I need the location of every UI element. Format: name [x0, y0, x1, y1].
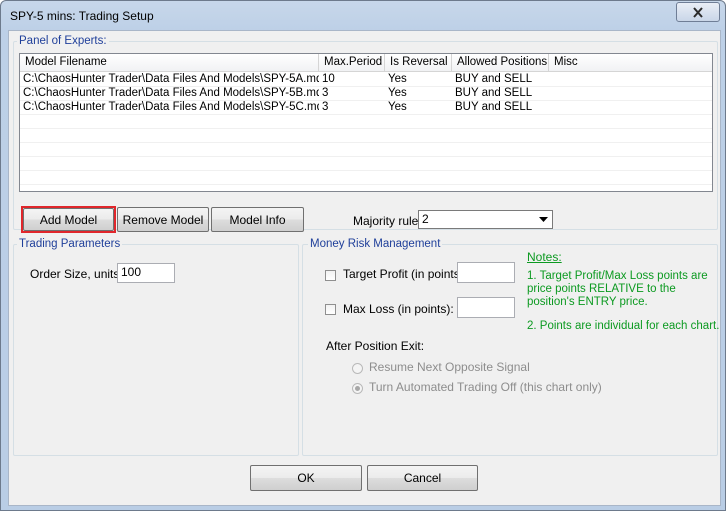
- column-header-model-filename[interactable]: Model Filename: [20, 54, 319, 71]
- cell-misc: [549, 86, 712, 100]
- trading-parameters-legend: Trading Parameters: [17, 237, 123, 251]
- cell-max-period: 3: [322, 101, 329, 113]
- cell-model-filename: C:\ChaosHunter Trader\Data Files And Mod…: [23, 101, 319, 113]
- note-individual-points: 2. Points are individual for each chart.: [527, 320, 720, 332]
- cancel-button[interactable]: Cancel: [367, 465, 478, 491]
- column-header-is-reversal[interactable]: Is Reversal: [385, 54, 452, 71]
- resume-signal-radio[interactable]: [352, 363, 363, 374]
- majority-rule-select[interactable]: 2: [418, 210, 553, 229]
- ok-button[interactable]: OK: [250, 465, 362, 491]
- cell-max-period: 3: [322, 87, 329, 99]
- order-size-label: Order Size, units:: [30, 267, 123, 281]
- grid-line: [20, 128, 712, 129]
- grid-line: [20, 142, 712, 143]
- close-button[interactable]: [676, 2, 720, 22]
- max-loss-checkbox[interactable]: [325, 304, 336, 315]
- chevron-down-icon[interactable]: [536, 212, 551, 226]
- majority-rule-label: Majority rule:: [353, 214, 422, 228]
- model-info-button[interactable]: Model Info: [211, 207, 304, 232]
- close-icon: [693, 6, 703, 18]
- table-row[interactable]: C:\ChaosHunter Trader\Data Files And Mod…: [20, 72, 712, 86]
- after-position-exit-label: After Position Exit:: [326, 339, 425, 353]
- table-header: Model Filename Max.Period Is Reversal Al…: [20, 54, 712, 72]
- trading-setup-window: SPY-5 mins: Trading Setup Panel of Exper…: [0, 0, 726, 511]
- trading-parameters-group: Trading Parameters Order Size, units: 10…: [13, 237, 299, 456]
- money-risk-legend: Money Risk Management: [308, 237, 443, 251]
- turn-trading-off-label: Turn Automated Trading Off (this chart o…: [369, 380, 602, 394]
- notes-title: Notes:: [527, 250, 562, 264]
- cell-allowed-positions: BUY and SELL: [455, 101, 533, 113]
- grid-line: [20, 184, 712, 185]
- money-risk-management-group: Money Risk Management Target Profit (in …: [302, 237, 720, 456]
- target-profit-label: Target Profit (in points):: [343, 267, 468, 281]
- target-profit-input[interactable]: [457, 262, 515, 283]
- max-loss-input[interactable]: [457, 297, 515, 318]
- majority-rule-value: 2: [422, 212, 429, 226]
- cell-allowed-positions: BUY and SELL: [455, 73, 533, 85]
- radio-selected-dot: [355, 386, 360, 391]
- resume-signal-label: Resume Next Opposite Signal: [369, 360, 530, 374]
- target-profit-checkbox[interactable]: [325, 270, 336, 281]
- cell-misc: [549, 100, 712, 114]
- turn-trading-off-radio[interactable]: [352, 383, 363, 394]
- cell-model-filename: C:\ChaosHunter Trader\Data Files And Mod…: [23, 87, 319, 99]
- panel-of-experts-group: Panel of Experts: Model Filename Max.Per…: [13, 34, 718, 233]
- table-row[interactable]: C:\ChaosHunter Trader\Data Files And Mod…: [20, 100, 712, 114]
- grid-line: [20, 100, 712, 101]
- cell-is-reversal: Yes: [388, 73, 407, 85]
- grid-line: [20, 86, 712, 87]
- panel-of-experts-legend: Panel of Experts:: [17, 34, 109, 48]
- column-header-misc[interactable]: Misc: [549, 54, 712, 71]
- remove-model-button[interactable]: Remove Model: [117, 207, 209, 232]
- max-loss-label: Max Loss (in points):: [343, 302, 454, 316]
- grid-line: [20, 114, 712, 115]
- add-model-button[interactable]: Add Model: [23, 208, 114, 231]
- cell-model-filename: C:\ChaosHunter Trader\Data Files And Mod…: [23, 73, 319, 85]
- dialog-client-area: Panel of Experts: Model Filename Max.Per…: [8, 30, 721, 506]
- experts-table[interactable]: Model Filename Max.Period Is Reversal Al…: [19, 53, 713, 192]
- grid-line: [20, 170, 712, 171]
- cell-max-period: 10: [322, 73, 335, 85]
- cell-is-reversal: Yes: [388, 87, 407, 99]
- grid-line: [20, 156, 712, 157]
- table-row[interactable]: C:\ChaosHunter Trader\Data Files And Mod…: [20, 86, 712, 100]
- cell-misc: [549, 72, 712, 86]
- cell-is-reversal: Yes: [388, 101, 407, 113]
- cell-allowed-positions: BUY and SELL: [455, 87, 533, 99]
- column-header-max-period[interactable]: Max.Period: [319, 54, 385, 71]
- column-header-allowed-positions[interactable]: Allowed Positions: [452, 54, 549, 71]
- title-bar[interactable]: SPY-5 mins: Trading Setup: [1, 1, 725, 30]
- order-size-input[interactable]: 100: [117, 263, 175, 283]
- note-target-profit: 1. Target Profit/Max Loss points are pri…: [527, 270, 708, 308]
- window-title: SPY-5 mins: Trading Setup: [10, 9, 154, 23]
